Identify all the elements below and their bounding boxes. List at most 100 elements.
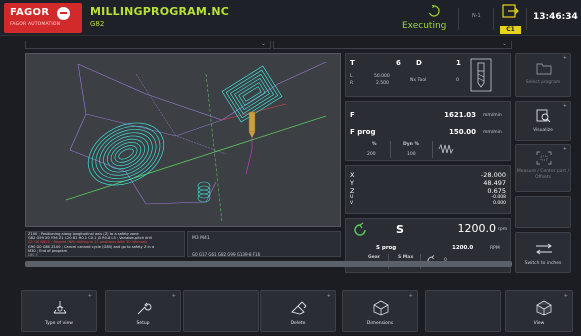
channel-switch-icon[interactable] (502, 4, 520, 18)
axis-position: -28.000 (480, 171, 506, 179)
softkey-label: Type of view (45, 321, 73, 326)
softkey-label: View (533, 321, 545, 326)
header-divider (493, 8, 494, 30)
plus-icon: + (408, 293, 413, 299)
magnifier-icon (536, 109, 551, 123)
radius-label: R (350, 81, 354, 86)
axis-position: 0.675 (487, 187, 506, 195)
execution-status: Executing (402, 21, 447, 31)
solid-cube-icon (536, 300, 552, 316)
feed-label: F (350, 111, 355, 119)
feed-value: 1621.03 (444, 111, 476, 119)
divider (390, 141, 391, 158)
active-codes-panel: M3 M41 G0 G17 G61 G82 G99 G139-8 F16 (187, 231, 341, 257)
plus-icon: + (87, 293, 92, 299)
feed-panel[interactable]: F 1621.03 mm/min F prog 150.00 mm/min % … (345, 101, 511, 161)
header-divider (458, 8, 459, 30)
spindle-label: S (396, 223, 404, 236)
active-m-codes: M3 M41 (192, 236, 210, 241)
brand-name: FAGOR (10, 7, 50, 18)
axes-panel[interactable]: XYZUV -28.000 48.497 0.675 -0.008 0.000 (345, 165, 511, 214)
switch-inches-button[interactable]: Switch to inches (515, 232, 571, 273)
softkey-view[interactable]: + View (505, 290, 573, 332)
plus-icon: + (562, 146, 567, 152)
executing-icon (428, 5, 440, 17)
feedrate-override-value: 200 (367, 152, 376, 157)
axis-name: Z (350, 187, 355, 195)
tool-panel[interactable]: T 6 D 1 L 50.000 R 2.500 Nx Tool 0 (345, 53, 511, 97)
feed-wave-icon (438, 144, 454, 154)
brand-mark-icon (57, 7, 70, 20)
gear-label: Gear (368, 255, 381, 260)
softkey-empty[interactable] (425, 290, 501, 332)
radius-value: 2.500 (376, 81, 389, 86)
program-messages[interactable]: Z100 ; Positioning along longitudinal ax… (25, 231, 185, 257)
smax-label: S Max (398, 255, 414, 260)
softkey-dimensions[interactable]: + Dimensions (342, 290, 418, 332)
length-label: L (350, 74, 353, 79)
feed-prog-unit: mm/min (483, 130, 502, 135)
axis-name: V (350, 201, 354, 206)
program-name: MILLINGPROGRAM.NC (90, 5, 230, 18)
axis-name: U (350, 195, 354, 200)
cube-icon (373, 300, 389, 316)
switch-inches-label: Switch to inches (524, 261, 562, 266)
spindle-speed: 1200.0 (457, 222, 497, 235)
view-type-icon (53, 301, 67, 314)
measure-label: Measure / Center part / Offsets (516, 169, 570, 180)
program-line: L60 Y (28, 253, 38, 257)
visualize-button[interactable]: + Visualize (515, 101, 571, 141)
spindle-rotation-icon (354, 222, 366, 236)
header-divider (526, 8, 527, 30)
softkey-delete[interactable]: + Delete (260, 290, 336, 332)
brand-subtitle: FAGOR AUTOMATION (10, 22, 61, 27)
dynamic-override-label: Dyn % (403, 142, 419, 147)
tool-zero: 0 (456, 78, 459, 83)
plus-icon: + (563, 293, 568, 299)
divider (432, 141, 433, 158)
measure-button[interactable]: + Measure / Center part / Offsets (515, 144, 571, 192)
channel-badge[interactable]: C1 (500, 26, 521, 34)
axis-position: -0.008 (491, 195, 506, 200)
plus-icon: + (562, 103, 567, 109)
header-bar: FAGOR FAGOR AUTOMATION MILLINGPROGRAM.NC… (0, 0, 581, 36)
eraser-icon (291, 301, 307, 315)
toolpath-graphics-view[interactable] (25, 53, 341, 227)
view-dropdown-left[interactable]: ⌄ (25, 40, 271, 49)
feed-unit: mm/min (483, 113, 502, 118)
length-value: 50.000 (374, 74, 390, 79)
offset-number: 1 (456, 59, 461, 67)
softkey-setup[interactable]: + Setup (105, 290, 181, 332)
empty-side-button[interactable] (515, 196, 571, 228)
fagor-logo: FAGOR FAGOR AUTOMATION (4, 3, 82, 33)
feed-prog-label: F prog (350, 128, 376, 136)
feedrate-override-label: % (372, 142, 377, 147)
dynamic-override-value: 100 (407, 152, 416, 157)
spindle-prog-label: S prog (376, 245, 397, 251)
toolpath-drawing (65, 61, 327, 223)
wrench-icon (137, 302, 152, 315)
softkey-label: Delete (290, 321, 306, 326)
chevron-down-icon: ⌄ (260, 40, 266, 47)
spindle-prog-value: 1200.0 (452, 245, 474, 251)
select-program-button[interactable]: + Select program (515, 53, 571, 97)
horizontal-scrollbar[interactable] (25, 261, 512, 267)
offset-label: D (416, 59, 422, 67)
softkey-type-of-view[interactable]: + Type of view (21, 290, 97, 332)
tool-name: Nx Tool (410, 78, 427, 83)
softkey-empty[interactable] (183, 290, 259, 332)
view-dropdown-right[interactable]: ⌄ (273, 40, 512, 49)
plus-icon: + (171, 293, 176, 299)
axis-position: 48.497 (483, 179, 506, 187)
softkey-label: Setup (136, 321, 150, 326)
program-code: G82 (90, 20, 105, 28)
tool-label: T (350, 59, 355, 67)
plus-icon: + (562, 55, 567, 61)
plus-icon: + (326, 293, 331, 299)
swap-arrows-icon (536, 243, 552, 255)
measure-frame-icon (536, 151, 552, 165)
spindle-prog-unit: RPM (490, 246, 500, 251)
softkey-label: Dimensions (366, 321, 394, 326)
clock: 13:46:34 (533, 12, 578, 22)
axis-name: Y (350, 179, 354, 187)
